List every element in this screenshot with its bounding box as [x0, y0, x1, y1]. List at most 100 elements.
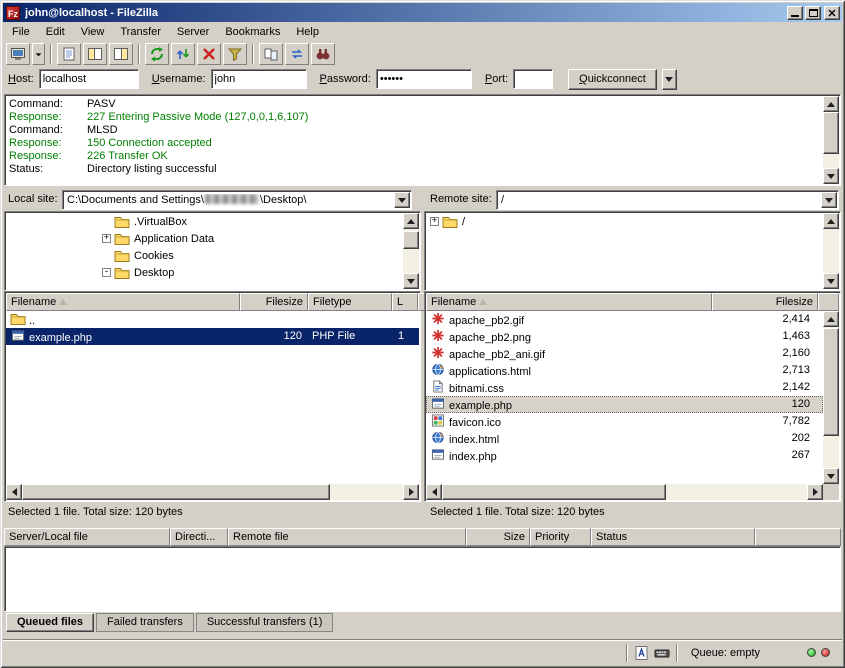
menu-server[interactable]: Server: [169, 24, 217, 40]
scroll-up-button[interactable]: [823, 213, 839, 229]
scroll-down-button[interactable]: [823, 468, 839, 484]
column-header-filesize[interactable]: Filesize: [712, 293, 818, 311]
message-log-toggle-icon[interactable]: [57, 43, 81, 65]
remote-site-combobox[interactable]: /: [496, 190, 839, 210]
column-header-status[interactable]: Status: [591, 528, 755, 546]
local-site-dropdown-button[interactable]: [394, 192, 410, 208]
column-header-filetype[interactable]: Filetype: [308, 293, 392, 311]
process-queue-toggle-icon[interactable]: [171, 43, 195, 65]
local-tree-panel: .VirtualBox+Application DataCookies - Desk…: [4, 211, 421, 291]
column-header-filename[interactable]: Filename: [6, 293, 240, 311]
maximize-button[interactable]: [805, 6, 821, 20]
column-header-priority[interactable]: Priority: [530, 528, 591, 546]
quickconnect-button[interactable]: Quickconnect: [568, 69, 657, 90]
scroll-down-button[interactable]: [823, 168, 839, 184]
column-header-remote-file[interactable]: Remote file: [228, 528, 466, 546]
scrollbar-thumb[interactable]: [823, 328, 839, 436]
remote-site-dropdown-button[interactable]: [821, 192, 837, 208]
scrollbar-thumb[interactable]: [442, 484, 666, 500]
cancel-icon[interactable]: [197, 43, 221, 65]
scrollbar-thumb[interactable]: [823, 112, 839, 154]
local-tree-toggle-icon[interactable]: [83, 43, 107, 65]
site-manager-icon[interactable]: [6, 43, 30, 65]
close-button[interactable]: [824, 6, 840, 20]
file-row-apache-pb2-gif[interactable]: apache_pb2.gif2,414: [426, 311, 823, 328]
tab-successful-transfers-1[interactable]: Successful transfers (1): [196, 613, 334, 632]
arrow-left-icon: [432, 488, 437, 496]
local-site-combobox[interactable]: C:\Documents and Settings\\Desktop\: [62, 190, 412, 210]
file-row-bitnami-css[interactable]: bitnami.css2,142: [426, 379, 823, 396]
remote-status-text: Selected 1 file. Total size: 120 bytes: [430, 506, 605, 518]
password-input[interactable]: [376, 69, 472, 89]
file-row-index-php[interactable]: index.php267: [426, 447, 823, 464]
file-row-apache-pb2-png[interactable]: apache_pb2.png1,463: [426, 328, 823, 345]
title-bar[interactable]: Fz john@localhost - FileZilla: [3, 3, 842, 22]
menu-view[interactable]: View: [73, 24, 113, 40]
column-header-directi[interactable]: Directi...: [170, 528, 228, 546]
parent-directory-row[interactable]: ..: [6, 311, 419, 328]
scroll-up-button[interactable]: [403, 213, 419, 229]
column-header-label: Status: [596, 531, 627, 543]
refresh-icon[interactable]: [145, 43, 169, 65]
remote-tree-scrollbar: [823, 213, 839, 289]
scroll-left-button[interactable]: [6, 484, 22, 500]
minimize-button[interactable]: [787, 6, 803, 20]
queue-status: Queue: empty: [691, 647, 760, 659]
column-header-size[interactable]: Size: [466, 528, 530, 546]
column-header-label: Filename: [431, 296, 476, 308]
host-input[interactable]: [39, 69, 139, 89]
file-row-applications-html[interactable]: applications.html2,713: [426, 362, 823, 379]
file-row-example-php[interactable]: example.php120: [426, 396, 823, 413]
scroll-right-button[interactable]: [403, 484, 419, 500]
log-line-label: Command:: [9, 124, 87, 137]
arrow-down-icon: [827, 474, 835, 479]
tree-item-desktop[interactable]: - Desktop: [6, 264, 403, 281]
quickconnect-dropdown-button[interactable]: [662, 69, 677, 90]
scroll-right-button[interactable]: [807, 484, 823, 500]
tree-item-cookies[interactable]: Cookies: [6, 247, 403, 264]
scrollbar-thumb[interactable]: [22, 484, 330, 500]
column-header-server-local-file[interactable]: Server/Local file: [4, 528, 170, 546]
folder-icon: [114, 215, 130, 229]
scroll-down-button[interactable]: [823, 273, 839, 289]
find-files-icon[interactable]: [311, 43, 335, 65]
tree-item-virtualbox[interactable]: .VirtualBox: [6, 213, 403, 230]
scroll-up-button[interactable]: [823, 96, 839, 112]
expand-plus-icon[interactable]: +: [102, 234, 111, 243]
filter-icon[interactable]: [223, 43, 247, 65]
tab-failed-transfers[interactable]: Failed transfers: [96, 613, 194, 632]
synchronized-browsing-icon[interactable]: [285, 43, 309, 65]
scroll-left-button[interactable]: [426, 484, 442, 500]
scroll-down-button[interactable]: [403, 273, 419, 289]
menu-transfer[interactable]: Transfer: [112, 24, 169, 40]
menu-bookmarks[interactable]: Bookmarks: [217, 24, 288, 40]
menu-edit[interactable]: Edit: [38, 24, 73, 40]
port-input[interactable]: [513, 69, 553, 89]
column-header-filesize[interactable]: Filesize: [240, 293, 308, 311]
file-row-favicon-ico[interactable]: favicon.ico7,782: [426, 413, 823, 430]
file-row-example-php[interactable]: example.php120PHP File1: [6, 328, 419, 345]
dropdown-caret-icon[interactable]: [32, 43, 45, 65]
expand-plus-icon[interactable]: +: [430, 217, 439, 226]
menu-help[interactable]: Help: [288, 24, 327, 40]
column-header-filename[interactable]: Filename: [426, 293, 712, 311]
cell-size: 2,160: [712, 346, 812, 361]
directory-comparison-icon[interactable]: [259, 43, 283, 65]
collapse-minus-icon[interactable]: -: [102, 268, 111, 277]
file-row-apache-pb2-ani-gif[interactable]: apache_pb2_ani.gif2,160: [426, 345, 823, 362]
tree-item-label: Desktop: [134, 267, 174, 279]
username-input[interactable]: [211, 69, 307, 89]
menu-file[interactable]: File: [4, 24, 38, 40]
tree-item-application-data[interactable]: +Application Data: [6, 230, 403, 247]
remote-tree-toggle-icon[interactable]: [109, 43, 133, 65]
port-label: Port:: [485, 73, 508, 85]
file-row-index-html[interactable]: index.html202: [426, 430, 823, 447]
scrollbar-thumb[interactable]: [403, 231, 419, 249]
tree-item-blank[interactable]: +/: [426, 213, 823, 230]
folder-icon: [114, 266, 130, 280]
cell-name: apache_pb2_ani.gif: [428, 346, 710, 361]
tab-queued-files[interactable]: Queued files: [6, 613, 94, 632]
scroll-up-button[interactable]: [823, 311, 839, 327]
remote-site-path: /: [501, 194, 818, 206]
column-header-l[interactable]: L: [392, 293, 418, 311]
